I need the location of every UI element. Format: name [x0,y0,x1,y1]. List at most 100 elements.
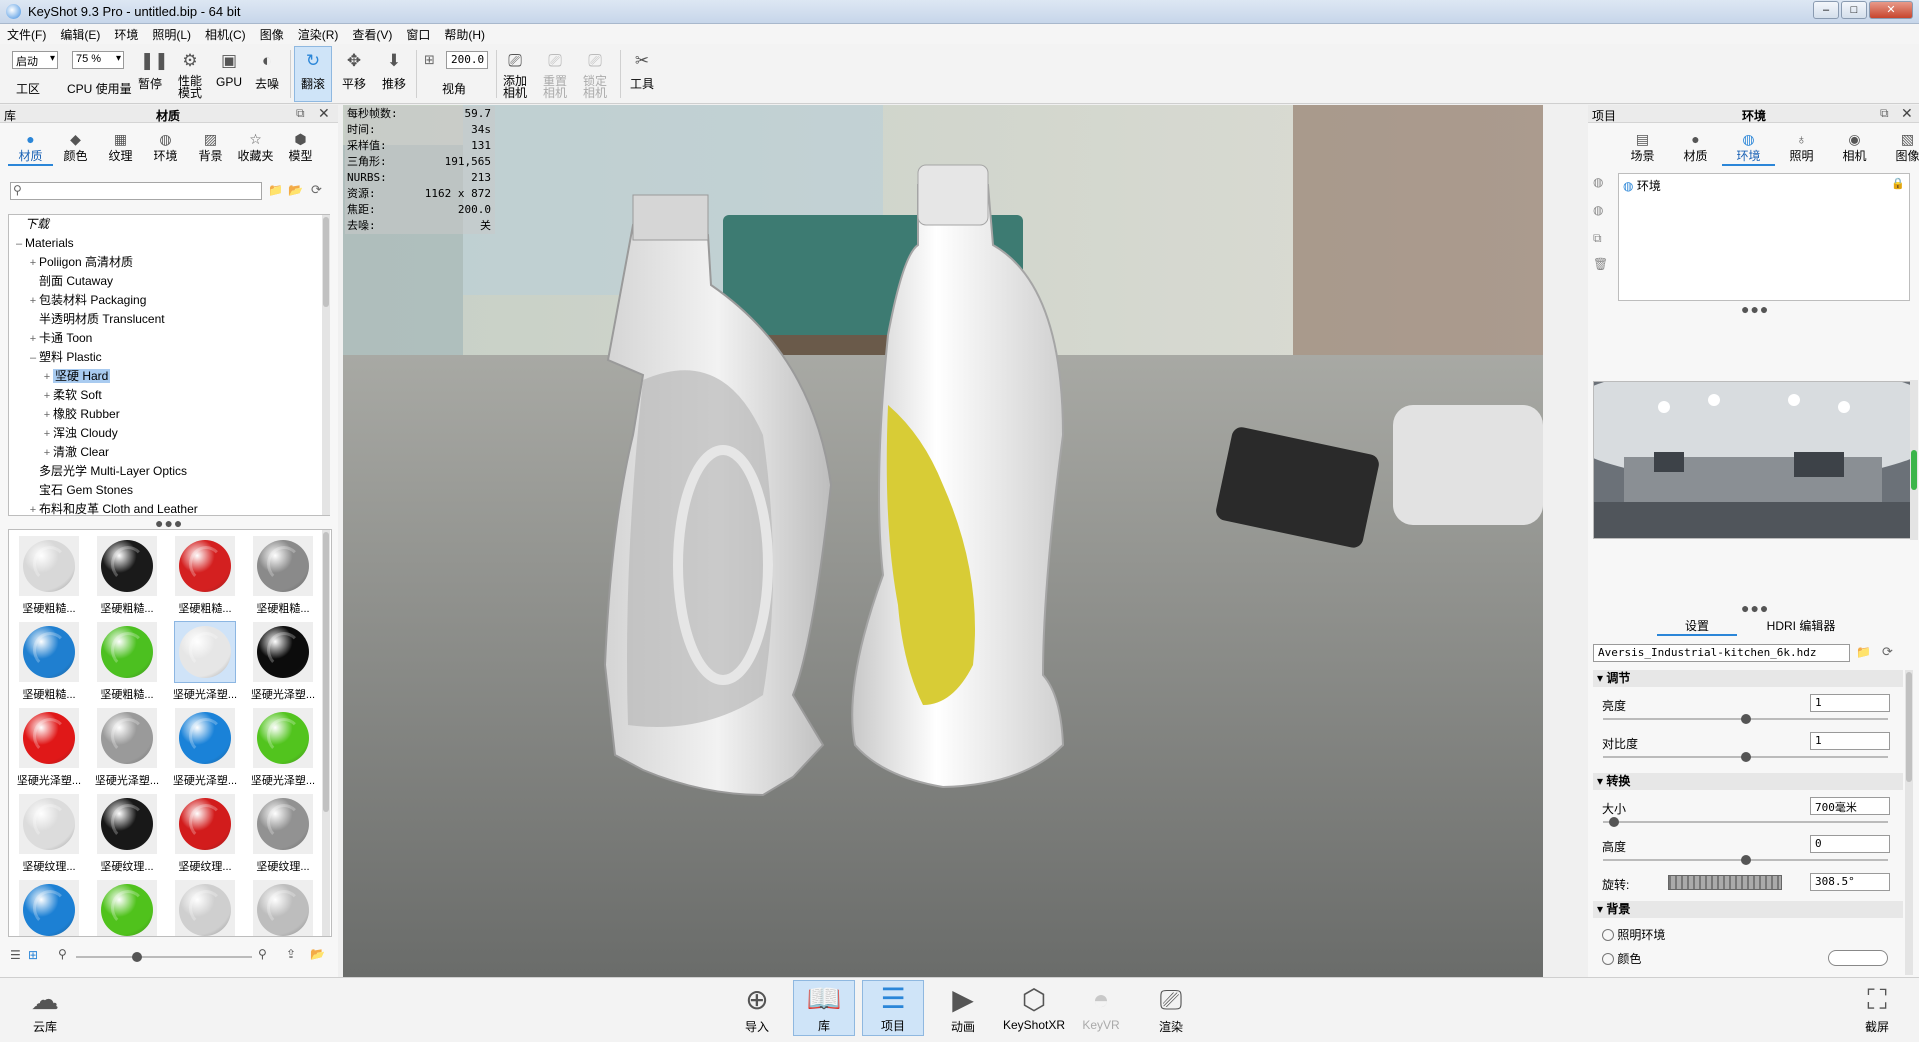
cpu-usage-select[interactable]: 75 % [72,51,124,69]
material-thumbnail[interactable]: 坚硬光泽塑... [167,704,243,790]
copy-icon[interactable]: ⧉ [1593,231,1602,246]
tab-environments[interactable]: ◍ 环境 [143,131,188,166]
material-thumbnail[interactable] [245,876,321,936]
bg-lighting-option[interactable]: 照明环境 [1602,926,1665,943]
tree-item[interactable]: + 卡通 Toon [9,329,329,348]
undock-icon[interactable]: ⧉ [296,106,305,121]
tree-item[interactable]: + 柔软 Soft [9,386,329,405]
menu-image[interactable]: 图像 [253,24,291,44]
refresh-icon[interactable]: ⟳ [311,182,322,198]
folder-icon[interactable]: 📁 [1856,645,1871,659]
zoom-out-icon[interactable]: ⚲ [58,947,67,961]
material-thumbnail[interactable]: 坚硬粗糙... [167,532,243,618]
tree-item[interactable]: + 包装材料 Packaging [9,291,329,310]
pause-button[interactable]: ❚❚ 暂停 [136,50,169,92]
material-thumbnail[interactable] [167,876,243,936]
expand-icon[interactable]: – [13,235,25,254]
add-camera-button[interactable]: ⎚ 添加 相机 [500,50,530,99]
zoom-in-icon[interactable]: ⚲ [258,947,267,961]
menu-view[interactable]: 查看(V) [345,24,399,44]
tree-item[interactable]: 多层光学 Multi-Layer Optics [9,462,329,481]
contrast-slider[interactable] [1603,752,1888,762]
splitter-handle[interactable]: ●●● [1741,301,1769,317]
folder-open-icon[interactable]: 📂 [310,947,325,961]
gpu-button[interactable]: ▣ GPU [214,50,244,89]
lock-icon[interactable]: 🔒 [1891,177,1905,190]
tab-settings[interactable]: 设置 [1657,617,1737,636]
tree-item[interactable]: 下载 [9,215,329,234]
material-thumbnail[interactable]: 坚硬纹理... [89,790,165,876]
tree-item[interactable]: 半透明材质 Translucent [9,310,329,329]
expand-icon[interactable]: + [41,425,53,444]
tab-material[interactable]: ● 材质 [1669,131,1722,166]
tab-camera[interactable]: ◉ 相机 [1828,131,1881,166]
tab-lighting[interactable]: ♁ 照明 [1775,131,1828,166]
expand-icon[interactable]: + [41,387,53,406]
expand-icon[interactable]: + [27,501,39,515]
material-thumbnail[interactable]: 坚硬纹理... [167,790,243,876]
material-thumbnail[interactable]: 坚硬纹理... [245,790,321,876]
material-thumbnail[interactable]: 坚硬光泽塑... [245,704,321,790]
folder-icon[interactable]: 📁 [268,183,283,197]
expand-icon[interactable]: + [27,292,39,311]
material-thumbnail[interactable]: 坚硬粗糙... [89,618,165,704]
material-thumbnail[interactable] [11,876,87,936]
screenshot-button[interactable]: ⛶ 截屏 [1846,982,1908,1035]
tree-item[interactable]: 宝石 Gem Stones [9,481,329,500]
tab-image[interactable]: ▧ 图像 [1881,131,1919,166]
menu-camera[interactable]: 相机(C) [198,24,253,44]
expand-icon[interactable]: + [41,406,53,425]
environment-item[interactable]: ◍ 环境 [1623,177,1661,194]
hdri-file-field[interactable]: Aversis_Industrial-kitchen_6k.hdz [1593,644,1850,662]
workspace-select[interactable]: 启动 [12,51,58,69]
import-button[interactable]: ⊕ 导入 [726,982,788,1035]
tumble-button[interactable]: ↻ 翻滚 [294,46,332,102]
tree-item[interactable]: – Materials [9,234,329,253]
tree-item[interactable]: + 橡胶 Rubber [9,405,329,424]
material-thumbnail[interactable]: 坚硬光泽塑... [167,618,243,704]
material-thumbnail[interactable]: 坚硬粗糙... [89,532,165,618]
tab-materials[interactable]: ● 材质 [8,131,53,166]
upload-icon[interactable]: ⇪ [286,947,296,961]
expand-icon[interactable]: + [41,368,53,387]
rotation-dial[interactable] [1668,875,1782,890]
thumbnail-size-slider[interactable] [76,952,252,962]
expand-icon[interactable]: + [41,444,53,463]
keyshotxr-button[interactable]: ⬡ KeyShotXR [1001,982,1067,1032]
grid-view-icon[interactable]: ⊞ [28,948,38,962]
undock-icon[interactable]: ⧉ [1880,106,1889,121]
menu-environment[interactable]: 环境 [107,24,145,44]
material-thumbnail[interactable]: 坚硬粗糙... [11,532,87,618]
size-input[interactable]: 700毫米 [1810,797,1890,815]
fov-input[interactable]: 200.0 [446,51,488,69]
add-environment-icon[interactable]: ◍ [1593,175,1603,189]
tab-scene[interactable]: ▤ 场景 [1616,131,1669,166]
height-slider[interactable] [1603,855,1888,865]
reset-camera-button[interactable]: ⎚ 重置 相机 [540,50,570,99]
bg-color-option[interactable]: 颜色 [1602,950,1641,967]
material-thumbnail[interactable]: 坚硬粗糙... [245,532,321,618]
tree-item[interactable]: 剖面 Cutaway [9,272,329,291]
material-thumbnail[interactable]: 坚硬光泽塑... [11,704,87,790]
brightness-slider[interactable] [1603,714,1888,724]
dolly-button[interactable]: ⬇ 推移 [378,50,410,92]
brightness-input[interactable]: 1 [1810,694,1890,712]
lock-camera-button[interactable]: ⎚ 锁定 相机 [580,50,610,99]
render-viewport[interactable] [343,105,1543,977]
animation-button[interactable]: ▶ 动画 [932,982,994,1035]
library-button[interactable]: 📖 库 [793,980,855,1036]
panel-close-icon[interactable]: ✕ [1901,105,1913,122]
material-thumbnail[interactable]: 坚硬粗糙... [11,618,87,704]
material-thumbnail[interactable]: 坚硬纹理... [11,790,87,876]
maximize-button[interactable]: □ [1841,1,1867,19]
menu-file[interactable]: 文件(F) [0,24,53,44]
expand-icon[interactable]: + [27,330,39,349]
tree-item[interactable]: – 塑料 Plastic [9,348,329,367]
minimize-button[interactable]: – [1813,1,1839,19]
menu-edit[interactable]: 编辑(E) [53,24,107,44]
menu-render[interactable]: 渲染(R) [291,24,346,44]
section-adjust[interactable]: ▾ 调节 [1593,670,1903,687]
delete-icon[interactable]: 🗑 [1593,257,1608,271]
menu-lighting[interactable]: 照明(L) [145,24,198,44]
material-thumbnail[interactable] [89,876,165,936]
